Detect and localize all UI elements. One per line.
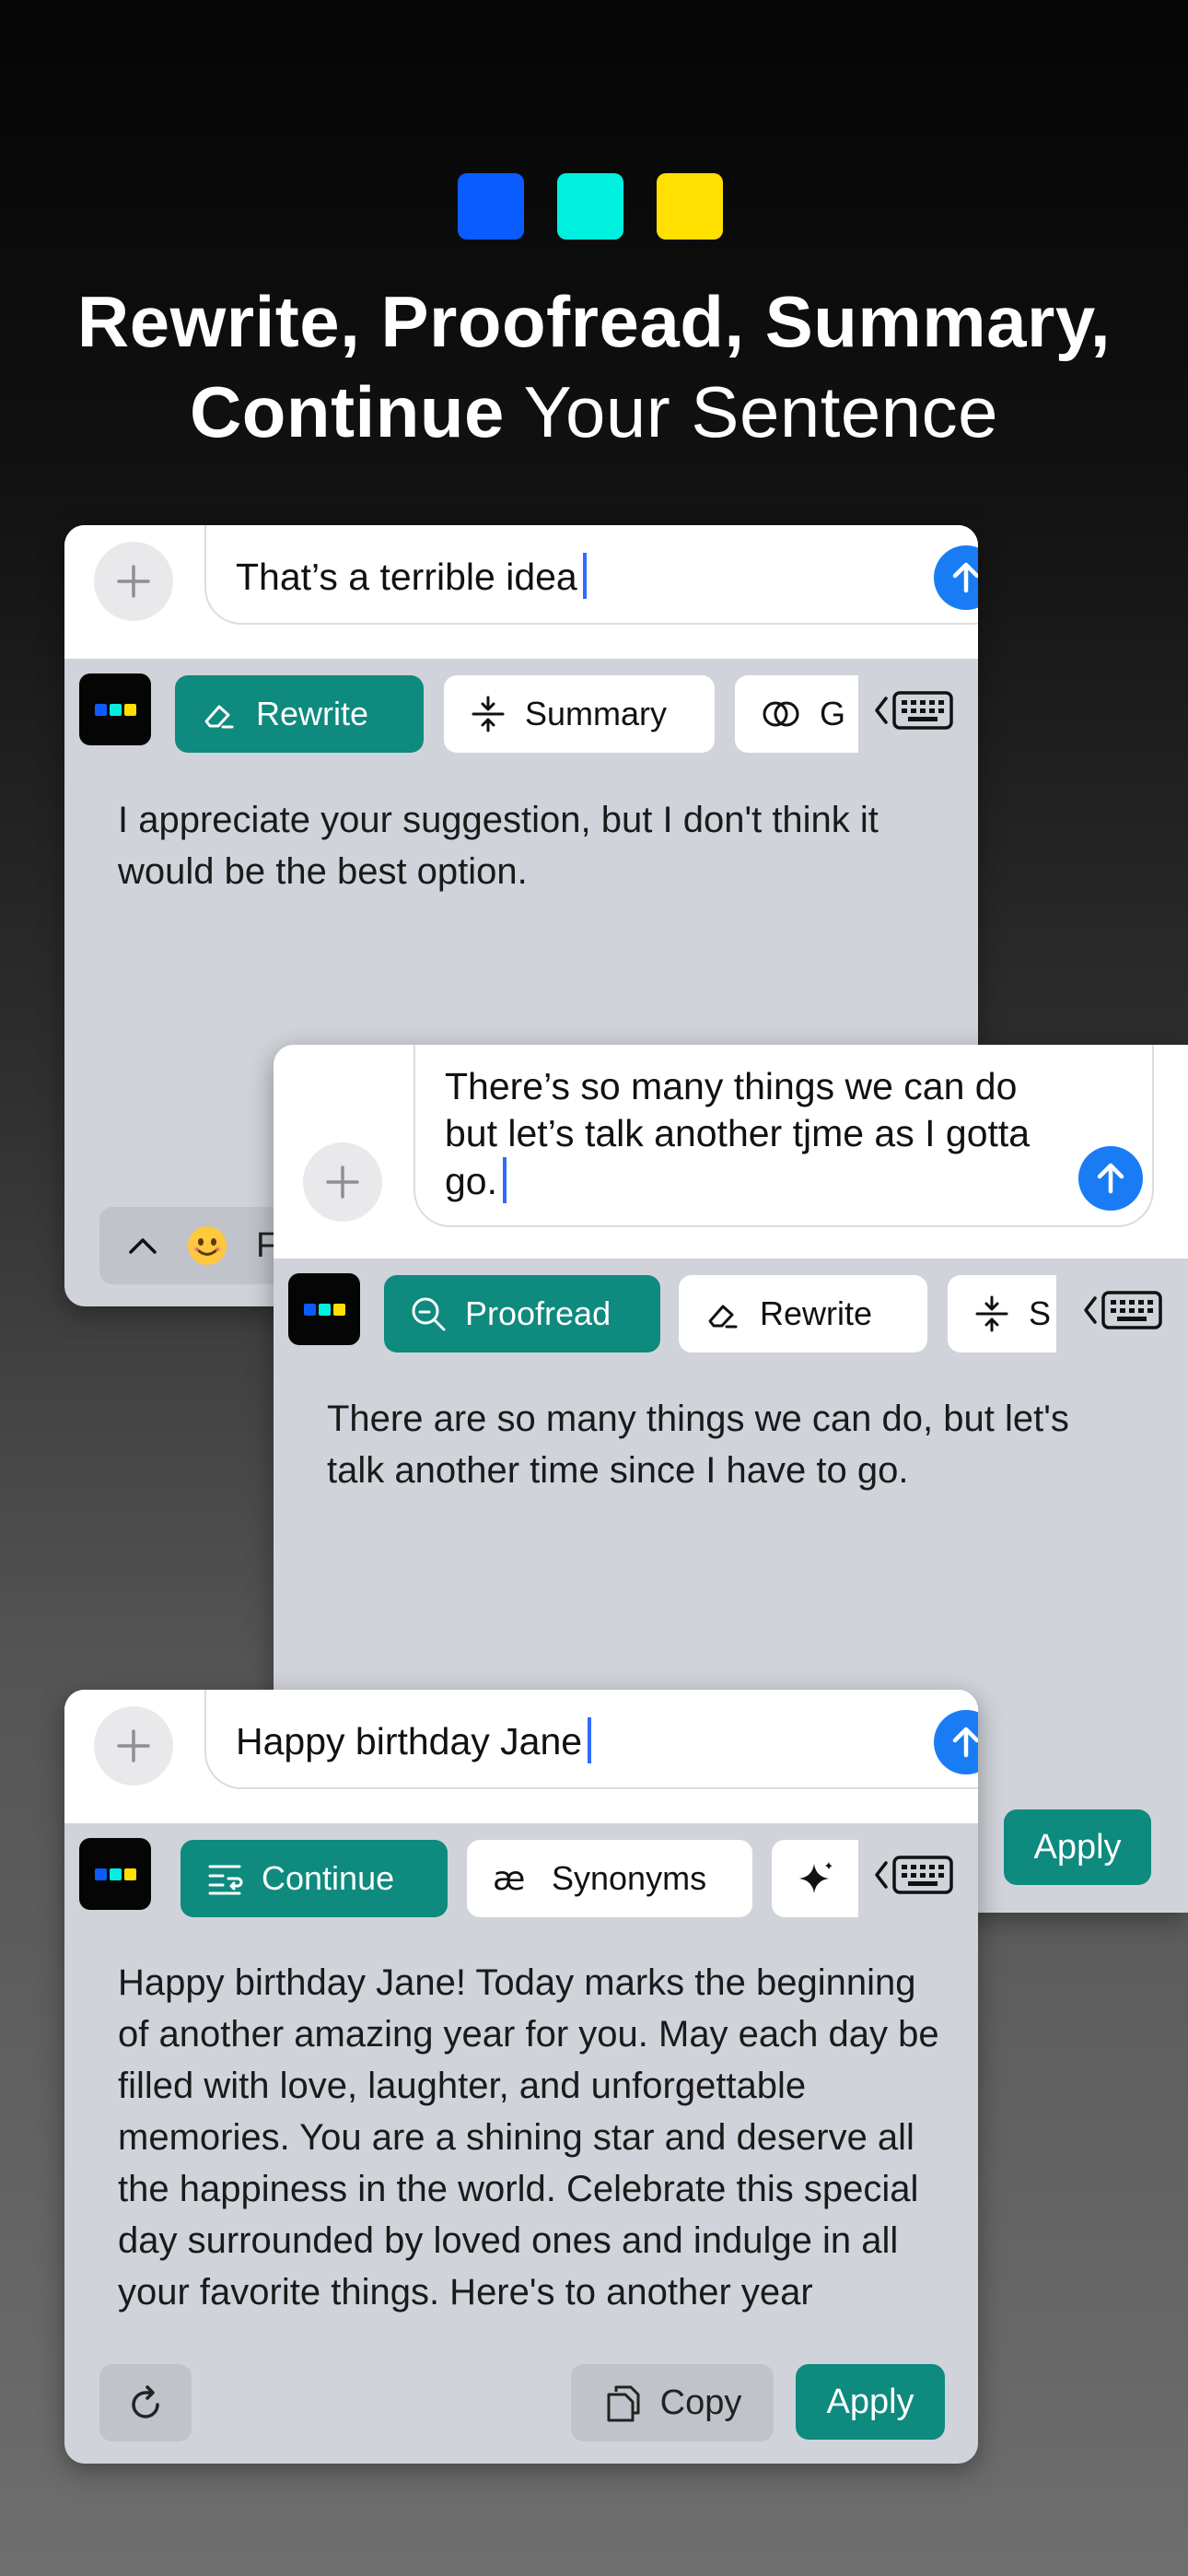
headline-bold: Continue <box>189 371 505 452</box>
arrow-up-icon <box>952 1727 978 1758</box>
add-button[interactable] <box>94 542 173 621</box>
keyboard-toggle[interactable] <box>1082 1290 1163 1330</box>
chevron-up-icon <box>129 1238 157 1254</box>
input-text: Happy birthday Jane <box>236 1717 592 1765</box>
tone-icon <box>763 701 799 727</box>
result-viewport[interactable]: Happy birthday Jane! Today marks the beg… <box>118 1957 941 2316</box>
message-input[interactable]: That’s a terrible idea <box>204 525 978 625</box>
result-text: There are so many things we can do, but … <box>327 1399 1069 1491</box>
eraser-icon <box>204 705 234 729</box>
chip-rewrite[interactable]: Rewrite <box>175 675 424 753</box>
regenerate-button[interactable] <box>99 2364 192 2441</box>
text-lines-icon <box>208 1865 243 1895</box>
message-input[interactable]: There’s so many things we can do but let… <box>413 1045 1154 1227</box>
tool-strip: Continue æ Synonyms <box>64 1823 978 1917</box>
add-button[interactable] <box>303 1142 382 1222</box>
tool-strip: Rewrite Summary G <box>64 659 978 753</box>
keyboard-icon <box>1101 1291 1162 1329</box>
chip-magic[interactable] <box>772 1840 858 1917</box>
chip-synonyms[interactable]: æ Synonyms <box>467 1840 752 1917</box>
app-logo[interactable] <box>288 1273 360 1345</box>
send-button[interactable] <box>1078 1146 1143 1211</box>
arrow-up-icon <box>1097 1163 1124 1194</box>
chip-grammar[interactable]: G <box>735 675 858 753</box>
compress-icon <box>472 696 505 732</box>
apply-button[interactable]: Apply <box>1004 1809 1151 1885</box>
input-bar: There’s so many things we can do but let… <box>274 1045 1188 1259</box>
input-text: There’s so many things we can do but let… <box>445 1065 1041 1203</box>
copy-icon <box>607 2385 640 2422</box>
app-logo[interactable] <box>79 1838 151 1910</box>
result-text: Happy birthday Jane! Today marks the beg… <box>118 1962 939 2313</box>
chip-proofread[interactable]: Proofread <box>384 1275 660 1352</box>
compress-icon <box>975 1295 1008 1332</box>
chevron-left-icon <box>875 697 888 724</box>
keyboard-toggle[interactable] <box>873 1855 954 1895</box>
send-button[interactable] <box>934 1710 978 1774</box>
smile-emoji-icon <box>188 1226 227 1265</box>
plus-icon <box>326 1165 359 1199</box>
keyboard-icon <box>892 691 953 730</box>
add-button[interactable] <box>94 1706 173 1786</box>
ae-ligature-icon: æ <box>493 1860 525 1898</box>
tool-strip: Proofread Rewrite S <box>274 1259 1188 1352</box>
headline-light: Your Sentence <box>523 371 999 452</box>
copy-button[interactable]: Copy <box>571 2364 774 2441</box>
input-text: That’s a terrible idea <box>236 553 587 601</box>
chip-summary[interactable]: Summary <box>444 675 715 753</box>
brand-square-cyan <box>557 173 623 240</box>
chip-summary[interactable]: S <box>948 1275 1056 1352</box>
keyboard-icon <box>892 1856 953 1894</box>
refresh-icon <box>132 2385 159 2418</box>
input-bar: Happy birthday Jane <box>64 1690 978 1823</box>
chip-continue[interactable]: Continue <box>181 1840 448 1917</box>
sparkle-icon <box>799 1862 833 1893</box>
keyboard-toggle[interactable] <box>873 690 954 731</box>
app-logo[interactable] <box>79 673 151 745</box>
result-text: I appreciate your suggestion, but I don'… <box>118 800 879 892</box>
card-continue: Happy birthday Jane Continue æ Synonyms … <box>64 1690 978 2464</box>
chip-rewrite[interactable]: Rewrite <box>679 1275 927 1352</box>
eraser-icon <box>708 1305 738 1329</box>
magnifier-icon <box>412 1297 446 1331</box>
expand-tones-button[interactable]: Fr <box>99 1207 302 1284</box>
brand-square-yellow <box>657 173 723 240</box>
headline-line1: Rewrite, Proofread, Summary, <box>76 281 1112 362</box>
brand-square-blue <box>458 173 524 240</box>
send-button[interactable] <box>934 545 978 610</box>
chevron-left-icon <box>1084 1296 1097 1324</box>
chevron-left-icon <box>875 1861 888 1889</box>
svg-text:æ: æ <box>493 1860 525 1898</box>
plus-icon <box>117 1729 150 1762</box>
plus-icon <box>117 565 150 598</box>
message-input[interactable]: Happy birthday Jane <box>204 1690 978 1789</box>
apply-button[interactable]: Apply <box>796 2364 945 2440</box>
input-bar: That’s a terrible idea <box>64 525 978 659</box>
arrow-up-icon <box>952 562 978 593</box>
headline: Rewrite, Proofread, Summary, Continue Yo… <box>0 276 1188 457</box>
